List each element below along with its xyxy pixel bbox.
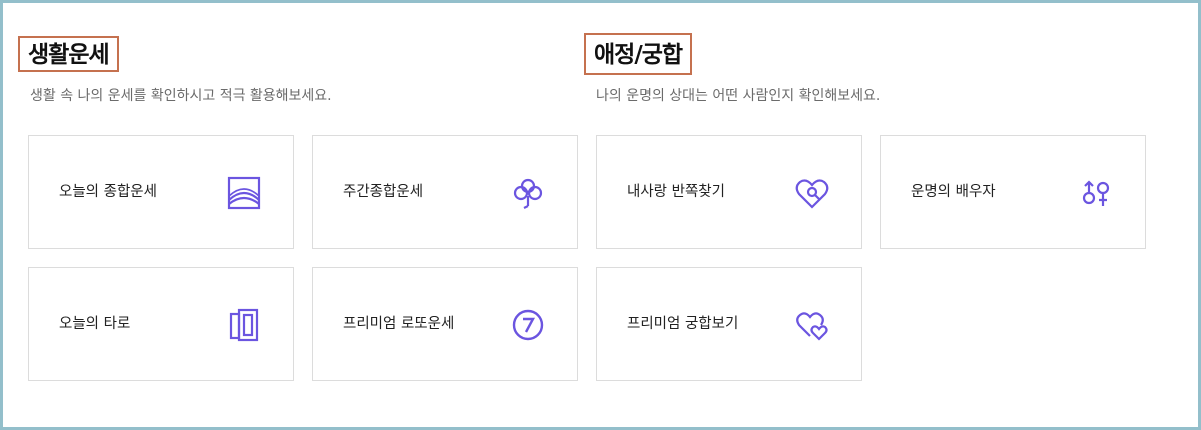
life-fortune-heading: 생활운세: [18, 36, 119, 72]
card-today-fortune[interactable]: 오늘의 종합운세: [28, 135, 294, 249]
life-fortune-subtitle: 생활 속 나의 운세를 확인하시고 적극 활용해보세요.: [30, 88, 332, 104]
card-label: 오늘의 종합운세: [59, 184, 157, 200]
card-label: 운명의 배우자: [911, 184, 996, 200]
love-compat-subtitle: 나의 운명의 상대는 어떤 사람인지 확인해보세요.: [596, 88, 881, 104]
card-label: 주간종합운세: [343, 184, 424, 200]
fortune-menu-panel: 생활운세 생활 속 나의 운세를 확인하시고 적극 활용해보세요. 오늘의 종합…: [0, 0, 1201, 430]
card-weekly-fortune[interactable]: 주간종합운세: [312, 135, 578, 249]
clover-icon: [511, 176, 545, 210]
card-premium-compatibility[interactable]: 프리미엄 궁합보기: [596, 267, 862, 381]
card-today-tarot[interactable]: 오늘의 타로: [28, 267, 294, 381]
card-label: 오늘의 타로: [59, 316, 131, 332]
card-premium-lotto[interactable]: 프리미엄 로또운세: [312, 267, 578, 381]
card-label: 프리미엄 로또운세: [343, 316, 455, 332]
landscape-frame-icon: [227, 176, 261, 210]
card-destined-spouse[interactable]: 운명의 배우자: [880, 135, 1146, 249]
card-find-soulmate[interactable]: 내사랑 반쪽찾기: [596, 135, 862, 249]
card-label: 내사랑 반쪽찾기: [627, 184, 725, 200]
lotto-seven-icon: [511, 308, 545, 342]
love-compat-heading: 애정/궁합: [584, 33, 693, 75]
gender-symbols-icon: [1079, 176, 1113, 210]
tarot-cards-icon: [227, 308, 261, 342]
heart-search-icon: [795, 176, 829, 210]
double-heart-icon: [795, 308, 829, 342]
card-label: 프리미엄 궁합보기: [627, 316, 739, 332]
